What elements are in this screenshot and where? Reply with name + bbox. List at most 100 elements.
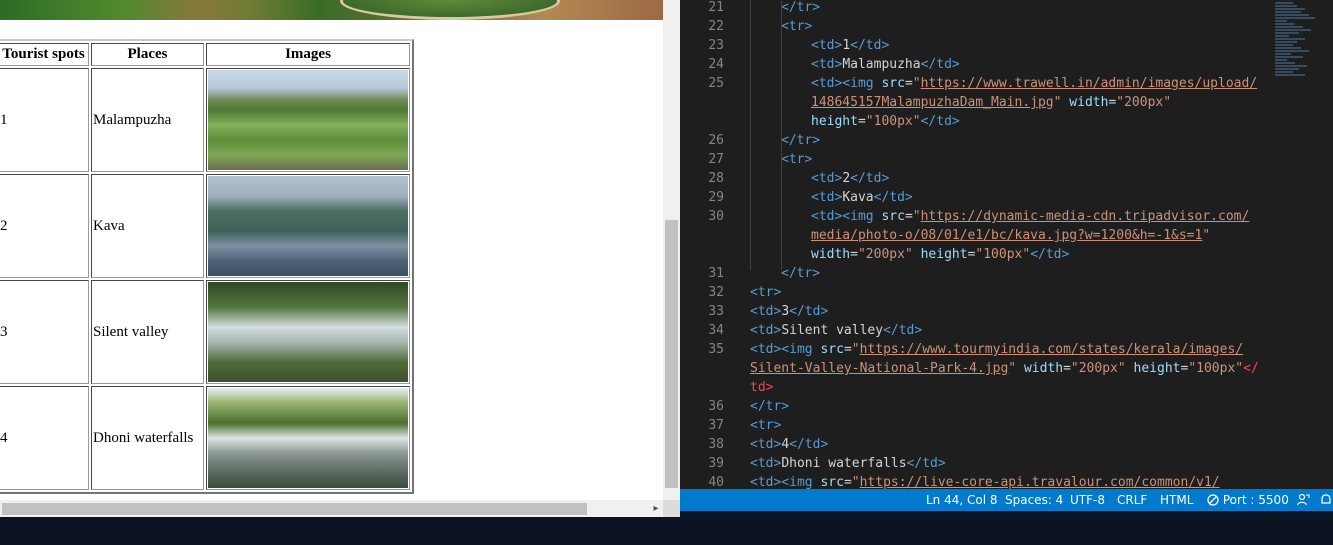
- line-number: 40: [708, 475, 724, 489]
- code-line[interactable]: 28 <td>2</td>: [680, 169, 1270, 188]
- notifications-bell-icon[interactable]: [1320, 489, 1332, 511]
- encoding-status[interactable]: UTF-8: [1070, 489, 1105, 511]
- table-row: 4 Dhoni waterfalls: [0, 386, 410, 490]
- code-line[interactable]: 34 <td>Silent valley</td>: [680, 321, 1270, 340]
- horizontal-scrollbar-thumb[interactable]: [2, 503, 587, 515]
- code-text: </tr>: [750, 399, 790, 414]
- minimap-line: [1275, 29, 1311, 31]
- feedback-person-icon[interactable]: [1296, 489, 1310, 511]
- line-number: 31: [708, 266, 724, 281]
- code-text: </tr>: [781, 0, 821, 15]
- code-text: 148645157MalampuzhaDam_Main.jpg" width="…: [811, 95, 1172, 110]
- minimap-line: [1275, 71, 1293, 73]
- code-line[interactable]: 26 </tr>: [680, 131, 1270, 150]
- code-line[interactable]: 27 <tr>: [680, 150, 1270, 169]
- row-place: Kava: [91, 174, 204, 278]
- row-place: Silent valley: [91, 280, 204, 384]
- table-row: 2 Kava: [0, 174, 410, 278]
- line-number: 23: [708, 38, 724, 53]
- code-editor[interactable]: 21 </tr> 22 <tr> 23 <td>1</td> 24 <td>Malampuzh…: [680, 0, 1333, 489]
- row-image-cell: [206, 174, 410, 278]
- header-images: Images: [206, 43, 410, 66]
- row-image-cell: [206, 68, 410, 172]
- code-text: <td>Dhoni waterfalls</td>: [750, 456, 946, 471]
- code-line[interactable]: 37 <tr>: [680, 416, 1270, 435]
- cursor-position[interactable]: Ln 44, Col 8: [926, 489, 998, 511]
- tourist-spots-table: Tourist spots Places Images 1 Malampuzha…: [0, 39, 414, 494]
- code-text: <td>2</td>: [811, 171, 890, 186]
- minimap-line: [1275, 2, 1293, 4]
- status-bar: Ln 44, Col 8 Spaces: 4 UTF-8 CRLF HTML P…: [680, 489, 1333, 511]
- line-number: 38: [708, 437, 724, 452]
- minimap-line: [1275, 65, 1307, 67]
- code-text: <tr>: [781, 152, 813, 167]
- code-line[interactable]: width="200px" height="100px"</td>: [680, 245, 1270, 264]
- minimap-line: [1275, 62, 1295, 64]
- code-line[interactable]: 31 </tr>: [680, 264, 1270, 283]
- minimap-line: [1275, 68, 1299, 70]
- windows-taskbar: [0, 517, 1333, 545]
- code-line[interactable]: Silent-Valley-National-Park-4.jpg" width…: [680, 359, 1270, 378]
- code-line[interactable]: 33 <td>3</td>: [680, 302, 1270, 321]
- code-text: media/photo-o/08/01/e1/bc/kava.jpg?w=120…: [811, 228, 1211, 243]
- code-line[interactable]: 23 <td>1</td>: [680, 36, 1270, 55]
- code-line[interactable]: media/photo-o/08/01/e1/bc/kava.jpg?w=120…: [680, 226, 1270, 245]
- dhoni-waterfalls-photo: [208, 388, 408, 488]
- silent-valley-gate-photo: [208, 282, 408, 382]
- code-line[interactable]: 40 <td><img src="https://live-core-api.tr…: [680, 473, 1270, 489]
- row-image-cell: [206, 280, 410, 384]
- code-line[interactable]: 39 <td>Dhoni waterfalls</td>: [680, 454, 1270, 473]
- code-text: <tr>: [781, 19, 813, 34]
- code-text: <td><img src="https://www.trawell.in/adm…: [811, 76, 1258, 91]
- code-line[interactable]: 32 <tr>: [680, 283, 1270, 302]
- minimap-line: [1275, 8, 1305, 10]
- code-line[interactable]: 35 <td><img src="https://www.tourmyindia.…: [680, 340, 1270, 359]
- eol-status[interactable]: CRLF: [1117, 489, 1147, 511]
- code-line[interactable]: 36 </tr>: [680, 397, 1270, 416]
- code-line[interactable]: td>: [680, 378, 1270, 397]
- indent-guide: [781, 0, 782, 270]
- code-text: <td>Kava</td>: [811, 190, 913, 205]
- line-number: 22: [708, 19, 724, 34]
- code-text: <td>4</td>: [750, 437, 829, 452]
- code-text: width="200px" height="100px"</td>: [811, 247, 1070, 262]
- minimap-line: [1275, 47, 1301, 49]
- code-line[interactable]: 24 <td>Malampuzha</td>: [680, 55, 1270, 74]
- line-number: 28: [708, 171, 724, 186]
- row-place: Dhoni waterfalls: [91, 386, 204, 490]
- vertical-scrollbar-thumb[interactable]: [665, 220, 678, 488]
- code-line[interactable]: 21 </tr>: [680, 0, 1270, 17]
- indentation-status[interactable]: Spaces: 4: [1005, 489, 1063, 511]
- code-text: <td>Silent valley</td>: [750, 323, 923, 338]
- code-text: <td>1</td>: [811, 38, 890, 53]
- line-number: 35: [708, 342, 724, 357]
- minimap-line: [1275, 35, 1289, 37]
- header-places: Places: [91, 43, 204, 66]
- minimap-line: [1275, 20, 1287, 22]
- table-row: 3 Silent valley: [0, 280, 410, 384]
- live-server-port[interactable]: Port : 5500: [1207, 489, 1289, 511]
- minimap-line: [1275, 11, 1301, 13]
- code-line[interactable]: 25 <td><img src="https://www.trawell.in/a…: [680, 74, 1270, 93]
- scroll-right-arrow-icon[interactable]: ▸: [650, 502, 662, 515]
- minimap-line: [1275, 32, 1299, 34]
- code-line[interactable]: 148645157MalampuzhaDam_Main.jpg" width="…: [680, 93, 1270, 112]
- line-number: 26: [708, 133, 724, 148]
- code-line[interactable]: 29 <td>Kava</td>: [680, 188, 1270, 207]
- minimap[interactable]: [1273, 0, 1333, 489]
- scrollbar-corner: [663, 500, 680, 517]
- line-number: 25: [708, 76, 724, 91]
- code-line[interactable]: 30 <td><img src="https://dynamic-media-cd…: [680, 207, 1270, 226]
- code-line[interactable]: height="100px"</td>: [680, 112, 1270, 131]
- language-mode[interactable]: HTML: [1160, 489, 1193, 511]
- code-line[interactable]: 22 <tr>: [680, 17, 1270, 36]
- code-line[interactable]: 38 <td>4</td>: [680, 435, 1270, 454]
- table-header-row: Tourist spots Places Images: [0, 43, 410, 66]
- code-text: td>: [750, 380, 774, 395]
- code-text: <tr>: [750, 285, 782, 300]
- table-row: 1 Malampuzha: [0, 68, 410, 172]
- minimap-line: [1275, 23, 1295, 25]
- row-number: 1: [0, 68, 89, 172]
- minimap-line: [1275, 44, 1293, 46]
- minimap-line: [1275, 59, 1287, 61]
